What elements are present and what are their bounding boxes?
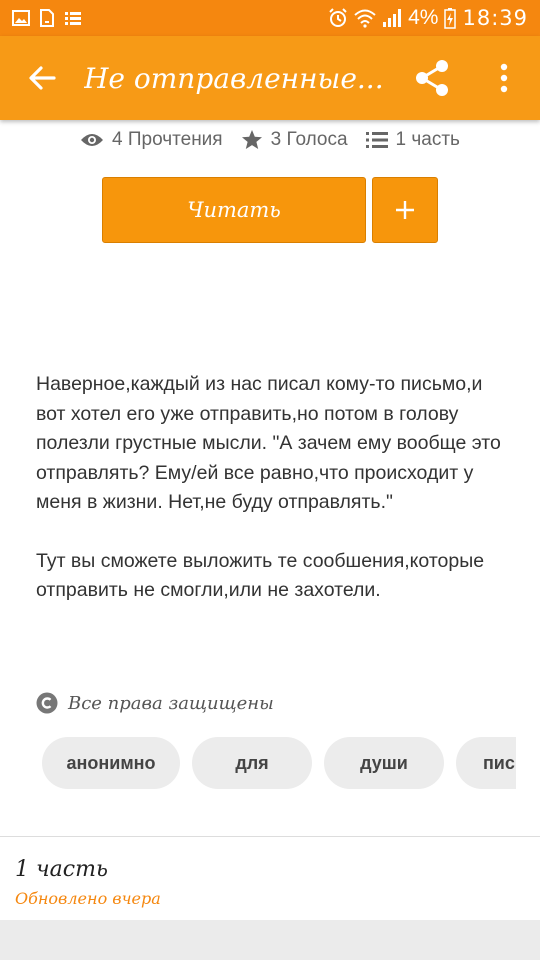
description-paragraph: Наверное,каждый из нас писал кому-то пис…	[36, 373, 501, 513]
back-button[interactable]	[0, 36, 84, 120]
app-bar: Не отправленные...	[0, 36, 540, 120]
tag-chip[interactable]: души	[324, 737, 444, 789]
file-download-icon	[40, 9, 54, 27]
list-icon	[65, 12, 81, 25]
tag-chip[interactable]: анонимно	[42, 737, 180, 789]
list-icon	[365, 132, 388, 148]
battery-charging-icon	[444, 8, 457, 29]
arrow-back-icon	[29, 66, 56, 90]
share-icon	[416, 60, 448, 96]
description-paragraph: Тут вы сможете выложить те сообшения,кот…	[36, 549, 485, 602]
battery-percent: 4%	[408, 6, 439, 29]
star-icon	[241, 130, 262, 149]
story-stats: 4 Прочтения 3 Голоса 1 часть	[0, 122, 540, 158]
status-bar: 4% 18:39	[0, 0, 540, 36]
tag-chip[interactable]: для	[192, 737, 312, 789]
read-button[interactable]: Читать	[102, 177, 366, 243]
reads-stat: 4 Прочтения	[80, 129, 223, 151]
overflow-menu-button[interactable]	[468, 36, 540, 120]
copyright-notice: Все права защищены	[36, 692, 274, 714]
tag-list: анонимно для души письма	[42, 737, 516, 789]
system-status: 4% 18:39	[328, 6, 528, 30]
votes-stat: 3 Голоса	[241, 129, 348, 151]
parts-stat: 1 часть	[365, 129, 460, 151]
add-to-library-button[interactable]	[372, 177, 438, 243]
share-button[interactable]	[396, 36, 468, 120]
story-title: Не отправленные...	[84, 61, 384, 95]
list-background	[0, 920, 540, 960]
wifi-icon	[354, 9, 376, 28]
alarm-icon	[329, 8, 347, 27]
part-title: 1 часть	[15, 857, 108, 882]
more-vertical-icon	[500, 63, 508, 93]
part-list-item[interactable]: 1 часть Обновлено вчера	[0, 837, 540, 920]
parts-count: 1 часть	[395, 129, 460, 150]
tag-chip[interactable]: письма	[456, 737, 516, 789]
story-description: Наверное,каждый из нас писал кому-то пис…	[36, 370, 506, 606]
clock: 18:39	[462, 6, 528, 30]
plus-icon	[396, 201, 414, 219]
eye-icon	[81, 134, 104, 146]
copyright-label: Все права защищены	[68, 692, 274, 714]
part-updated: Обновлено вчера	[15, 889, 161, 908]
reads-count: 4 Прочтения	[112, 129, 223, 150]
notification-icons	[12, 9, 82, 27]
copyright-icon	[36, 692, 58, 714]
image-icon	[12, 10, 30, 26]
signal-icon	[383, 9, 402, 27]
votes-count: 3 Голоса	[270, 129, 348, 150]
